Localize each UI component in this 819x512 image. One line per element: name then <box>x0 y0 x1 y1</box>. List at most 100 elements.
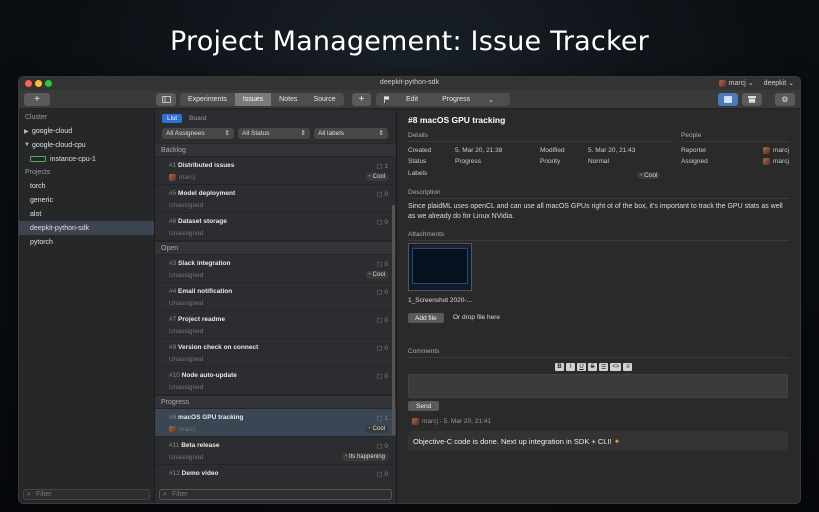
labels-filter-select[interactable]: All labels ⇕ <box>314 127 388 139</box>
tab-experiments[interactable]: Experiments <box>180 93 235 106</box>
user-switcher[interactable]: marcj ⌄ <box>718 79 754 87</box>
issue-assignee: marcj <box>169 174 195 181</box>
priority-label: Priority <box>540 158 561 165</box>
sidebar-item-deepkit-python-sdk[interactable]: deepkit-python-sdk <box>19 221 154 235</box>
issue-assignee: marcj <box>169 426 195 433</box>
bold-button[interactable]: B <box>555 363 564 371</box>
sidebar-filter-input[interactable]: ⌕ Filter <box>23 489 150 500</box>
issue-title: #3 Slack integration <box>169 260 230 267</box>
issue-filter-input[interactable]: ⌕ Filter <box>159 489 392 500</box>
divider <box>408 198 789 199</box>
chevron-down-icon: ⌄ <box>747 80 754 87</box>
align-button[interactable]: ≡ <box>623 363 633 371</box>
issue-title[interactable]: #8 macOS GPU tracking <box>408 115 505 125</box>
flag-icon <box>384 96 390 103</box>
gear-icon: ⚙ <box>781 95 789 104</box>
label-tag[interactable]: • Cool <box>637 172 661 179</box>
sidebar-item-google-cloud[interactable]: ▶ google-cloud <box>19 124 154 138</box>
comment-icon: ▢ <box>376 289 383 296</box>
filter-bar: All Assignees ⇕ All Status ⇕ All labels ⇕ <box>155 126 396 140</box>
tab-board[interactable]: Board <box>184 114 211 123</box>
tab-notes[interactable]: Notes <box>271 93 305 106</box>
created-label: Created <box>408 147 432 154</box>
priority-value[interactable]: Normal <box>588 158 609 165</box>
issue-row[interactable]: #3 Slack integration Unassigned ▢ 0 • Cool <box>155 255 396 283</box>
issue-title: #9 Version check on connect <box>169 344 258 351</box>
tab-issues[interactable]: Issues <box>234 93 272 106</box>
italic-button[interactable]: I <box>566 363 575 371</box>
reporter-label: Reporter <box>681 147 707 154</box>
panel-view-button[interactable] <box>718 93 738 106</box>
issue-number: #6 <box>169 218 177 225</box>
flag-button[interactable] <box>376 93 398 106</box>
new-issue-button[interactable]: + <box>352 93 371 106</box>
server-icon <box>30 156 46 162</box>
dot-icon: • <box>344 454 347 460</box>
drop-file-hint: Or drop file here <box>453 314 500 321</box>
attachment-name[interactable]: 1_Screenshot 2020-... <box>408 297 472 304</box>
assigned-value[interactable]: marcj <box>763 158 789 165</box>
issue-row[interactable]: #8 macOS GPU tracking marcj ▢ 1 • Cool <box>155 409 396 437</box>
issue-title-text: Node auto-update <box>181 372 237 379</box>
toggle-sidebar-button[interactable] <box>156 93 176 106</box>
label-tag-text: Its happening <box>348 454 385 460</box>
issue-row[interactable]: #1 Distributed issues marcj ▢ 1 • Cool <box>155 157 396 185</box>
main-tabs: Experiments Issues Notes Source <box>180 93 344 106</box>
label-tag-text: Cool <box>372 174 385 180</box>
issue-title: #10 Node auto-update <box>169 372 237 379</box>
issue-row[interactable]: #11 Beta release Unassigned ▢ 0 • Its happen… <box>155 437 396 465</box>
strikethrough-button[interactable]: S <box>588 363 597 371</box>
issue-row[interactable]: #4 Email notification Unassigned ▢ 0 <box>155 283 396 311</box>
sidebar-item-generic[interactable]: generic <box>19 193 154 207</box>
list-button[interactable]: ☰ <box>599 363 609 371</box>
issue-assignee: Unassigned <box>169 356 203 363</box>
comment-count-value: 0 <box>384 373 388 380</box>
code-button[interactable]: <> <box>610 363 622 371</box>
labels-filter-label: All labels <box>318 129 345 137</box>
edit-button[interactable]: Edit <box>398 93 426 106</box>
chevron-down-icon: ⌄ <box>488 96 494 104</box>
chevron-down-icon: ▼ <box>24 142 30 148</box>
description-heading: Description <box>408 189 441 196</box>
search-icon: ⌕ <box>27 491 31 498</box>
org-switcher[interactable]: deepkit ⌄ <box>764 79 794 87</box>
settings-button[interactable]: ⚙ <box>775 93 795 106</box>
send-button[interactable]: Send <box>408 401 440 411</box>
attachment-thumbnail[interactable] <box>408 243 472 291</box>
status-dropdown[interactable]: Progress ⌄ <box>426 93 510 106</box>
issue-number: #9 <box>169 344 177 351</box>
issue-number: #10 <box>169 372 180 379</box>
sidebar-item-google-cloud-cpu[interactable]: ▼ google-cloud-cpu <box>19 138 154 152</box>
issue-row[interactable]: #10 Node auto-update Unassigned ▢ 0 <box>155 367 396 395</box>
thumbnail-screen <box>412 248 468 284</box>
issue-row[interactable]: #9 Version check on connect Unassigned ▢ 0 <box>155 339 396 367</box>
reporter-value[interactable]: marcj <box>763 147 789 154</box>
sidebar-item-pytorch[interactable]: pytorch <box>19 235 154 249</box>
tab-list[interactable]: List <box>162 113 183 123</box>
status-value[interactable]: Progress <box>455 158 481 165</box>
tab-source[interactable]: Source <box>305 93 343 106</box>
comment-count-value: 0 <box>384 471 388 478</box>
list-scrollbar[interactable] <box>392 205 395 435</box>
sidebar-item-alot[interactable]: alot <box>19 207 154 221</box>
issue-row[interactable]: #6 Dataset storage Unassigned ▢ 0 <box>155 213 396 241</box>
issue-description[interactable]: Since plaidML uses openCL and can use al… <box>408 202 788 222</box>
underline-button[interactable]: U <box>577 363 586 371</box>
issue-row[interactable]: #5 Model deployment Unassigned ▢ 0 <box>155 185 396 213</box>
issue-detail-panel: #8 macOS GPU tracking Details People Cre… <box>397 110 800 503</box>
status-filter-select[interactable]: All Status ⇕ <box>238 127 310 139</box>
archive-button[interactable] <box>742 93 762 106</box>
label-tag-text: Cool <box>372 426 385 432</box>
comment-count-value: 0 <box>384 219 388 226</box>
add-project-button[interactable]: + <box>24 93 50 106</box>
issue-row[interactable]: #7 Project readme Unassigned ▢ 0 <box>155 311 396 339</box>
projects-heading: Projects <box>25 169 51 176</box>
assigned-label: Assigned <box>681 158 708 165</box>
sidebar-item-torch[interactable]: torch <box>19 179 154 193</box>
comment-input[interactable] <box>408 374 788 398</box>
add-file-button[interactable]: Add file <box>408 313 444 323</box>
sidebar-item-instance[interactable]: instance-cpu-1 <box>19 152 154 166</box>
chevron-updown-icon: ⇕ <box>378 130 384 137</box>
comment-count: ▢ 0 <box>376 288 388 296</box>
assignee-filter-select[interactable]: All Assignees ⇕ <box>162 127 234 139</box>
